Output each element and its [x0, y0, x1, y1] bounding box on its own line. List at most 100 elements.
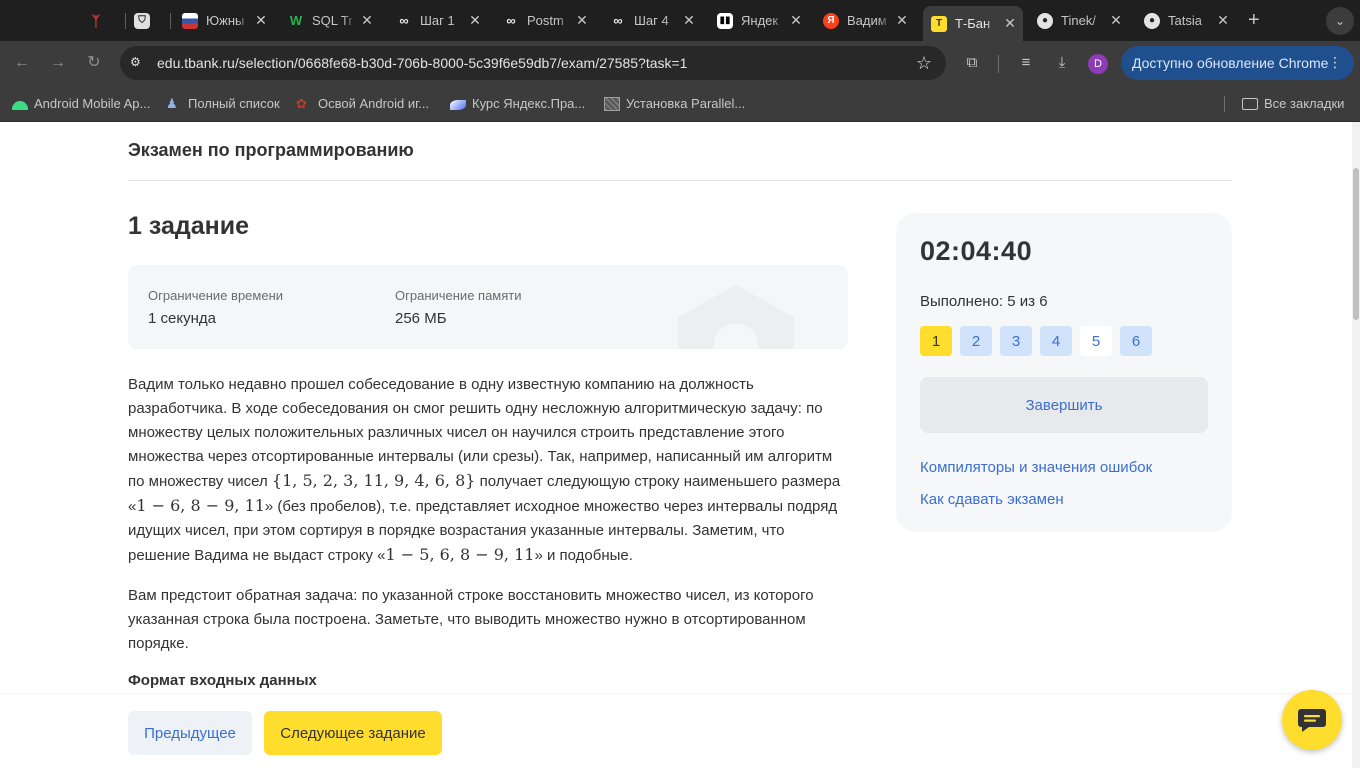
input-format-heading: Формат входных данных: [128, 672, 317, 689]
bookmark-item[interactable]: ✿ Освой Android иг...: [296, 96, 429, 111]
download-icon[interactable]: ⤓: [1053, 54, 1071, 72]
close-icon[interactable]: ✕: [468, 13, 482, 27]
scrollbar-thumb[interactable]: [1353, 168, 1359, 320]
bookmark-star-icon[interactable]: ☆: [916, 53, 932, 74]
task-number-button[interactable]: 5: [1080, 326, 1112, 356]
finish-button[interactable]: Завершить: [920, 377, 1208, 433]
task-number-button[interactable]: 6: [1120, 326, 1152, 356]
folder-icon: [1242, 97, 1258, 110]
how-to-link[interactable]: Как сдавать экзамен: [920, 491, 1064, 508]
close-icon[interactable]: ✕: [254, 13, 268, 27]
stepik-icon: ∞: [399, 13, 409, 28]
tab-9-active[interactable]: T Т-Бан ✕: [923, 6, 1023, 41]
bookmark-item[interactable]: Android Mobile Ap...: [12, 96, 150, 111]
task-navigator: 1 2 3 4 5 6: [920, 326, 1152, 356]
extensions-icon[interactable]: ⧉: [963, 54, 981, 72]
description-paragraph: Вам предстоит обратная задача: по указан…: [128, 587, 814, 652]
image-placeholder-icon: [604, 96, 620, 111]
time-limit-label: Ограничение времени: [148, 288, 284, 303]
task-number-button[interactable]: 3: [1000, 326, 1032, 356]
close-icon[interactable]: ✕: [1003, 16, 1017, 30]
page-content: Экзамен по программированию 1 задание Ог…: [0, 122, 1360, 768]
back-icon[interactable]: ←: [12, 53, 32, 73]
tab-0[interactable]: ᛉ: [88, 6, 116, 35]
math-set: {1, 5, 2, 3, 11, 9, 4, 6, 8}: [271, 471, 476, 490]
next-task-button[interactable]: Следующее задание: [264, 711, 442, 755]
profile-avatar[interactable]: D: [1088, 54, 1108, 74]
stepik-icon: ∞: [613, 13, 623, 28]
timer: 02:04:40: [920, 236, 1033, 266]
media-queue-icon[interactable]: ≡: [1017, 54, 1035, 72]
task-description: Вадим только недавно прошел собеседовани…: [128, 373, 848, 672]
reload-icon[interactable]: ↻: [84, 53, 104, 73]
tab-4[interactable]: ∞ Шаг 1 ✕: [396, 6, 488, 35]
tab-title: Postm: [527, 13, 564, 28]
bottom-nav-bar: Предыдущее Следующее задание: [0, 695, 1352, 768]
exam-sidebar: 02:04:40 Выполнено: 5 из 6 1 2 3 4 5 6 З…: [896, 213, 1232, 532]
chrome-update-button[interactable]: Доступно обновление Chrome ⋮: [1121, 46, 1354, 80]
close-icon[interactable]: ✕: [895, 13, 909, 27]
yandex-icon: Я: [823, 12, 839, 29]
tab-title: Вадим: [847, 13, 887, 28]
bookmark-item[interactable]: ♟ Полный список: [166, 96, 280, 111]
chat-button[interactable]: [1282, 690, 1342, 750]
tab-6[interactable]: ∞ Шаг 4 ✕: [610, 6, 702, 35]
bookmarks-divider: [1224, 96, 1225, 112]
tab-title: Шаг 4: [634, 13, 669, 28]
tab-2[interactable]: Южны ✕: [182, 6, 274, 35]
paw-icon: ✿: [296, 95, 307, 111]
task-number-button[interactable]: 4: [1040, 326, 1072, 356]
text: » и подобные.: [534, 547, 633, 564]
site-settings-icon[interactable]: ⚙: [130, 55, 146, 71]
previous-button[interactable]: Предыдущее: [128, 711, 252, 755]
close-icon[interactable]: ✕: [1109, 13, 1123, 27]
practicum-icon: [450, 99, 466, 110]
page-scrollbar[interactable]: [1352, 122, 1360, 768]
tab-separator: [170, 13, 171, 29]
new-tab-icon[interactable]: +: [1248, 9, 1260, 31]
tab-7[interactable]: ▮▮ Яндек ✕: [717, 6, 809, 35]
stepik-icon: ∞: [506, 13, 516, 28]
close-icon[interactable]: ✕: [1216, 13, 1230, 27]
task-number-button[interactable]: 1: [920, 326, 952, 356]
compilers-link[interactable]: Компиляторы и значения ошибок: [920, 459, 1152, 476]
tab-8[interactable]: Я Вадим ✕: [823, 6, 915, 35]
tab-search-icon[interactable]: ⌄: [1326, 7, 1354, 35]
task-number-button[interactable]: 2: [960, 326, 992, 356]
bookmark-item[interactable]: Установка Parallel...: [604, 96, 745, 111]
bookmarks-bar: Android Mobile Ap... ♟ Полный список ✿ О…: [0, 86, 1360, 122]
task-title: 1 задание: [128, 212, 249, 240]
tab-10[interactable]: ● Tinek/ ✕: [1037, 6, 1129, 35]
tab-3[interactable]: W SQL Tr ✕: [288, 6, 380, 35]
close-icon[interactable]: ✕: [789, 13, 803, 27]
forward-icon[interactable]: →: [48, 53, 68, 73]
page-title: Экзамен по программированию: [128, 140, 414, 160]
android-icon: [12, 101, 28, 110]
tab-5[interactable]: ∞ Postm ✕: [503, 6, 595, 35]
close-icon[interactable]: ✕: [360, 13, 374, 27]
browser-toolbar: ← → ↻ ⚙ edu.tbank.ru/selection/0668fe68-…: [0, 41, 1360, 86]
limits-card: Ограничение времени 1 секунда Ограничени…: [128, 265, 848, 349]
shield-icon: ⛉: [134, 12, 150, 29]
all-bookmarks[interactable]: Все закладки: [1242, 96, 1344, 111]
bookmark-label: Полный список: [188, 96, 280, 111]
wizard-icon: ♟: [166, 95, 178, 111]
address-bar[interactable]: ⚙ edu.tbank.ru/selection/0668fe68-b30d-7…: [120, 46, 946, 80]
url-text[interactable]: edu.tbank.ru/selection/0668fe68-b30d-706…: [157, 55, 687, 71]
memory-limit-label: Ограничение памяти: [395, 288, 522, 303]
tab-title: Т-Бан: [955, 16, 991, 31]
close-icon[interactable]: ✕: [575, 13, 589, 27]
divider: [128, 180, 1232, 181]
tab-1[interactable]: ⛉: [134, 6, 162, 35]
tab-title: Tinek/: [1061, 13, 1096, 28]
tab-11[interactable]: ● Tatsia ✕: [1144, 6, 1236, 35]
bookmark-item[interactable]: Курс Яндекс.Пра...: [450, 96, 585, 111]
github-icon: ●: [1144, 12, 1160, 29]
red-figure-icon: ᛉ: [91, 12, 101, 29]
more-vert-icon[interactable]: ⋮: [1328, 54, 1342, 71]
close-icon[interactable]: ✕: [682, 13, 696, 27]
progress-text: Выполнено: 5 из 6: [920, 293, 1048, 310]
bookmark-label: Android Mobile Ap...: [34, 96, 151, 111]
yandex-practicum-icon: ▮▮: [717, 12, 733, 29]
tab-title: Tatsia: [1168, 13, 1202, 28]
